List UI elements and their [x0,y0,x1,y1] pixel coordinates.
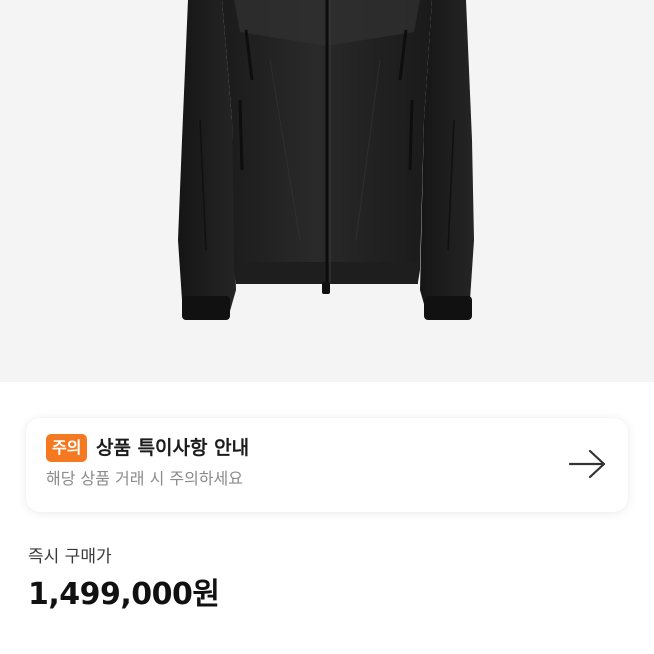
instant-buy-price-label: 즉시 구매가 [28,547,112,567]
product-image[interactable] [0,0,654,382]
notice-subtitle: 해당 상품 거래 시 주의하세요 [46,469,243,488]
instant-buy-price: 1,499,000원 [28,577,220,612]
jacket-image [178,0,474,320]
caution-badge: 주의 [46,434,88,462]
notice-title: 상품 특이사항 안내 [96,437,250,459]
arrow-right-icon[interactable] [566,446,610,482]
product-notice-card[interactable]: 주의 상품 특이사항 안내 해당 상품 거래 시 주의하세요 [26,418,628,512]
